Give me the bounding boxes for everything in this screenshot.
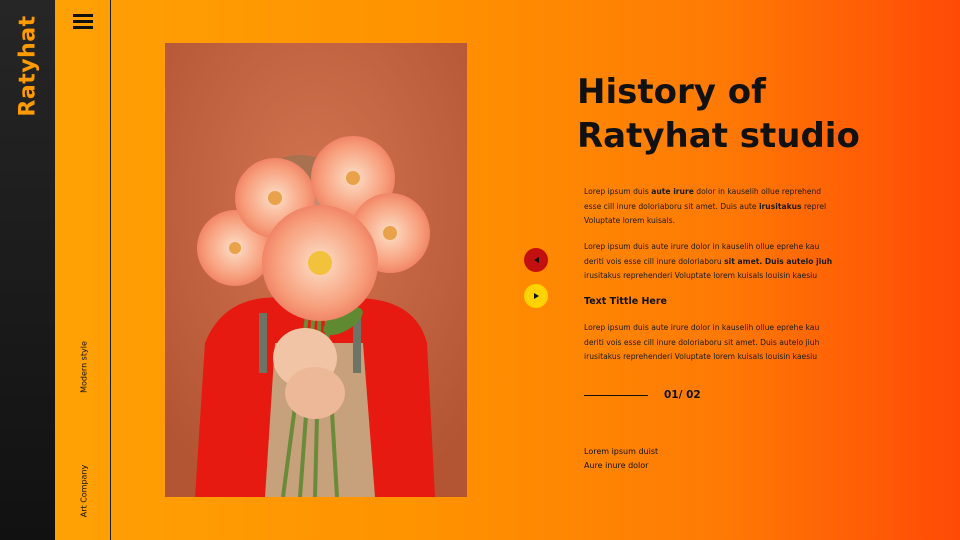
page-title: History of Ratyhat studio [577,70,917,158]
title-line-2: Ratyhat studio [577,116,860,156]
rail-company-label: Art Company [79,464,89,518]
footer-line-2: Aure inure dolor [584,461,649,470]
brand-strip: Ratyhat [0,0,55,540]
side-rail: Modern style Art Company [55,0,111,540]
page-counter: 01/ 02 [664,389,701,401]
footer-line-1: Lorem ipsum duist [584,447,659,456]
page-divider-line [584,395,648,396]
title-line-1: History of [577,72,766,112]
triangle-left-icon [533,257,539,263]
hamburger-menu-icon[interactable] [73,14,93,30]
footer-note: Lorem ipsum duist Aure inure dolor [584,445,744,473]
flower-bouquet-photo [165,43,467,497]
triangle-right-icon [533,293,539,299]
previous-slide-button[interactable] [524,248,548,272]
next-slide-button[interactable] [524,284,548,308]
paragraph-1: Lorep ipsum duis aute irure dolor in kau… [584,187,827,225]
paragraph-2: Lorep ipsum duis aute irure dolor in kau… [584,242,833,280]
section-subheading: Text Tittle Here [584,296,667,307]
rail-style-label: Modern style [79,341,89,393]
brand-logo: Ratyhat [15,15,41,117]
paragraph-3: Lorep ipsum duis aute irure dolor in kau… [584,323,820,361]
